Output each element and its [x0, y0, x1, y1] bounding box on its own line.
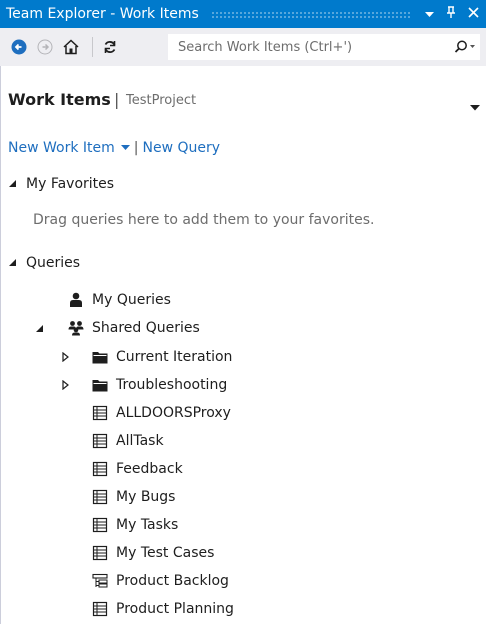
- tree-item-query[interactable]: My Test Cases: [92, 541, 214, 565]
- title-separator: |: [114, 90, 120, 109]
- tree-item-my-queries[interactable]: My Queries: [68, 288, 171, 312]
- search-icon: [454, 40, 475, 53]
- toolbar-separator: [92, 37, 93, 57]
- pin-icon[interactable]: [442, 5, 460, 23]
- flat-list-query-icon: [92, 433, 108, 449]
- tree-item-query[interactable]: Product Planning: [92, 597, 234, 621]
- forward-button[interactable]: [34, 36, 56, 58]
- home-icon: [63, 39, 79, 55]
- page-header: Work Items | TestProject: [0, 86, 486, 116]
- favorites-label: My Favorites: [26, 176, 115, 192]
- tree-item-query[interactable]: My Tasks: [92, 513, 178, 537]
- flat-list-query-icon: [92, 405, 108, 421]
- title-bar: Team Explorer - Work Items: [0, 0, 486, 28]
- folder-expander[interactable]: [60, 373, 70, 397]
- expand-triangle-icon: [61, 380, 69, 390]
- search-input[interactable]: [176, 38, 450, 56]
- back-arrow-icon: [11, 39, 27, 55]
- tree-item-query[interactable]: ALLDOORSProxy: [92, 401, 231, 425]
- new-work-item-link[interactable]: New Work Item: [8, 140, 115, 156]
- page-title: Work Items: [8, 90, 111, 109]
- flat-list-query-icon: [92, 489, 108, 505]
- close-icon[interactable]: [464, 6, 482, 22]
- tree-item-folder[interactable]: Current Iteration: [92, 345, 232, 369]
- queries-label: Queries: [26, 255, 81, 271]
- collapse-triangle-icon: [35, 324, 43, 332]
- search-box[interactable]: [168, 34, 480, 60]
- home-button[interactable]: [60, 36, 82, 58]
- refresh-button[interactable]: [99, 36, 121, 58]
- folder-icon: [92, 349, 108, 365]
- window-title: Team Explorer - Work Items: [6, 6, 199, 22]
- toolbar: [0, 28, 486, 66]
- tree-item-label: ALLDOORSProxy: [116, 405, 231, 421]
- tree-item-query[interactable]: AllTask: [92, 429, 164, 453]
- page-menu-dropdown-icon[interactable]: [470, 96, 480, 115]
- flat-list-query-icon: [92, 461, 108, 477]
- tree-item-label: AllTask: [116, 433, 164, 449]
- tree-item-query[interactable]: Feedback: [92, 457, 183, 481]
- team-icon: [68, 320, 84, 336]
- favorites-hint: Drag queries here to add them to your fa…: [33, 212, 375, 228]
- flat-list-query-icon: [92, 517, 108, 533]
- tree-item-label: My Bugs: [116, 489, 176, 505]
- search-dropdown-button[interactable]: [450, 40, 480, 54]
- user-icon: [68, 292, 84, 308]
- title-bar-grip[interactable]: [210, 10, 410, 18]
- tree-item-query[interactable]: Product Backlog: [92, 569, 229, 593]
- collapse-triangle-icon: [8, 176, 22, 192]
- tree-item-label: Shared Queries: [92, 320, 200, 336]
- tree-item-shared-queries[interactable]: Shared Queries: [68, 316, 200, 340]
- tree-item-label: Feedback: [116, 461, 183, 477]
- panel-border: [0, 66, 1, 624]
- tree-item-folder[interactable]: Troubleshooting: [92, 373, 227, 397]
- project-name: TestProject: [126, 93, 197, 108]
- new-query-link[interactable]: New Query: [142, 140, 220, 156]
- flat-list-query-icon: [92, 601, 108, 617]
- new-work-item-dropdown-icon[interactable]: [120, 145, 130, 151]
- action-links: New Work Item | New Query: [8, 140, 220, 156]
- queries-section-header[interactable]: Queries: [8, 255, 80, 271]
- tree-item-query[interactable]: My Bugs: [92, 485, 175, 509]
- tree-item-label: Product Planning: [116, 601, 234, 617]
- tree-item-label: Current Iteration: [116, 349, 233, 365]
- tree-item-label: Troubleshooting: [116, 377, 228, 393]
- tree-item-label: My Tasks: [116, 517, 179, 533]
- shared-queries-expander[interactable]: [34, 316, 44, 340]
- tree-item-label: My Queries: [92, 292, 171, 308]
- dropdown-arrow-icon[interactable]: [420, 7, 438, 22]
- favorites-section-header[interactable]: My Favorites: [8, 176, 114, 192]
- tree-item-label: My Test Cases: [116, 545, 215, 561]
- tree-item-label: Product Backlog: [116, 573, 229, 589]
- folder-icon: [92, 377, 108, 393]
- collapse-triangle-icon: [8, 255, 22, 271]
- folder-expander[interactable]: [60, 345, 70, 369]
- tree-query-icon: [92, 573, 108, 589]
- forward-arrow-icon: [37, 39, 53, 55]
- link-divider: |: [133, 140, 139, 156]
- back-button[interactable]: [8, 36, 30, 58]
- expand-triangle-icon: [61, 352, 69, 362]
- flat-list-query-icon: [92, 545, 108, 561]
- refresh-icon: [104, 41, 116, 53]
